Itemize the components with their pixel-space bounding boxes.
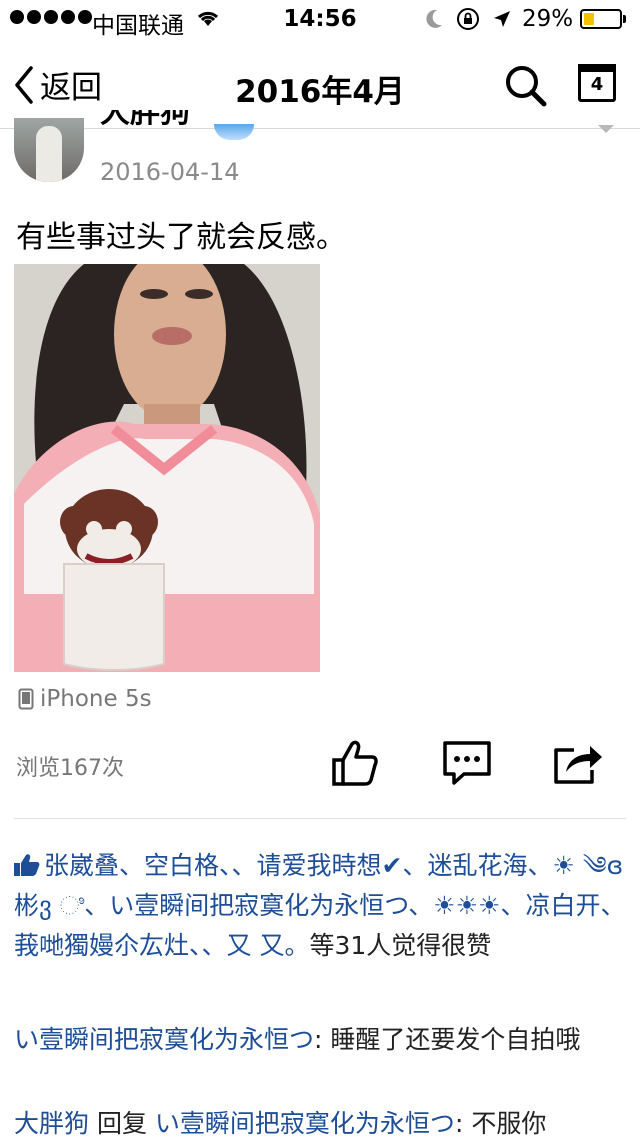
- comment-author[interactable]: い壹瞬间把寂寞化为永恒つ: [14, 1025, 314, 1054]
- comment-author[interactable]: 大胖狗: [14, 1109, 89, 1138]
- comment-text: 不服你: [471, 1109, 547, 1138]
- comment-text: 睡醒了还要发个自拍哦: [330, 1025, 581, 1054]
- device-label: iPhone 5s: [40, 686, 152, 712]
- status-bar: 中国联通 14:56 29%: [0, 0, 640, 40]
- comment-separator: :: [454, 1109, 472, 1138]
- comment-item[interactable]: い壹瞬间把寂寞化为永恒つ: 睡醒了还要发个自拍哦: [14, 1020, 626, 1060]
- phone-icon: [18, 688, 34, 710]
- share-button[interactable]: [552, 740, 604, 786]
- thumbs-up-icon: [332, 740, 378, 786]
- nav-bar: 返回 2016年4月 4: [0, 40, 640, 129]
- reply-word: 回复: [89, 1109, 155, 1138]
- search-icon[interactable]: [504, 64, 548, 108]
- vip-badge-icon: [214, 124, 254, 140]
- share-arrow-icon: [554, 746, 602, 784]
- comment-item[interactable]: 大胖狗 回复 い壹瞬间把寂寞化为永恒つ: 不服你: [14, 1104, 626, 1144]
- location-arrow-icon: [494, 11, 510, 27]
- comment-separator: :: [314, 1025, 331, 1054]
- post-text: 有些事过头了就会反感。: [16, 220, 346, 255]
- like-button[interactable]: [330, 738, 380, 788]
- rotation-lock-icon: [457, 8, 479, 30]
- post-device: iPhone 5s: [18, 686, 152, 712]
- calendar-icon[interactable]: 4: [578, 64, 616, 102]
- thumbs-up-small-icon: [14, 854, 40, 876]
- reply-target[interactable]: い壹瞬间把寂寞化为永恒つ: [155, 1109, 455, 1138]
- likes-list: 张崴叠、空白格、、请爱我時想✔、迷乱花海、☀ ༄ɞ 彬ვ ಿ、い壹瞬间把寂寞化为…: [14, 846, 626, 966]
- likes-summary: 等31人觉得很赞: [309, 931, 492, 960]
- post-photo[interactable]: [14, 264, 320, 672]
- avatar[interactable]: [14, 118, 84, 182]
- comment-button[interactable]: [442, 740, 492, 786]
- more-options-caret-icon[interactable]: [598, 125, 614, 133]
- post-author-name[interactable]: 大胖狗: [100, 110, 190, 132]
- do-not-disturb-moon-icon: [426, 9, 442, 28]
- view-count: 浏览167次: [16, 756, 124, 781]
- post-date: 2016-04-14: [100, 158, 240, 186]
- comment-bubble-icon: [443, 741, 491, 785]
- calendar-day: 4: [590, 74, 604, 95]
- battery-percent: 29%: [522, 6, 574, 32]
- battery-icon: [580, 9, 622, 29]
- divider: [14, 818, 626, 819]
